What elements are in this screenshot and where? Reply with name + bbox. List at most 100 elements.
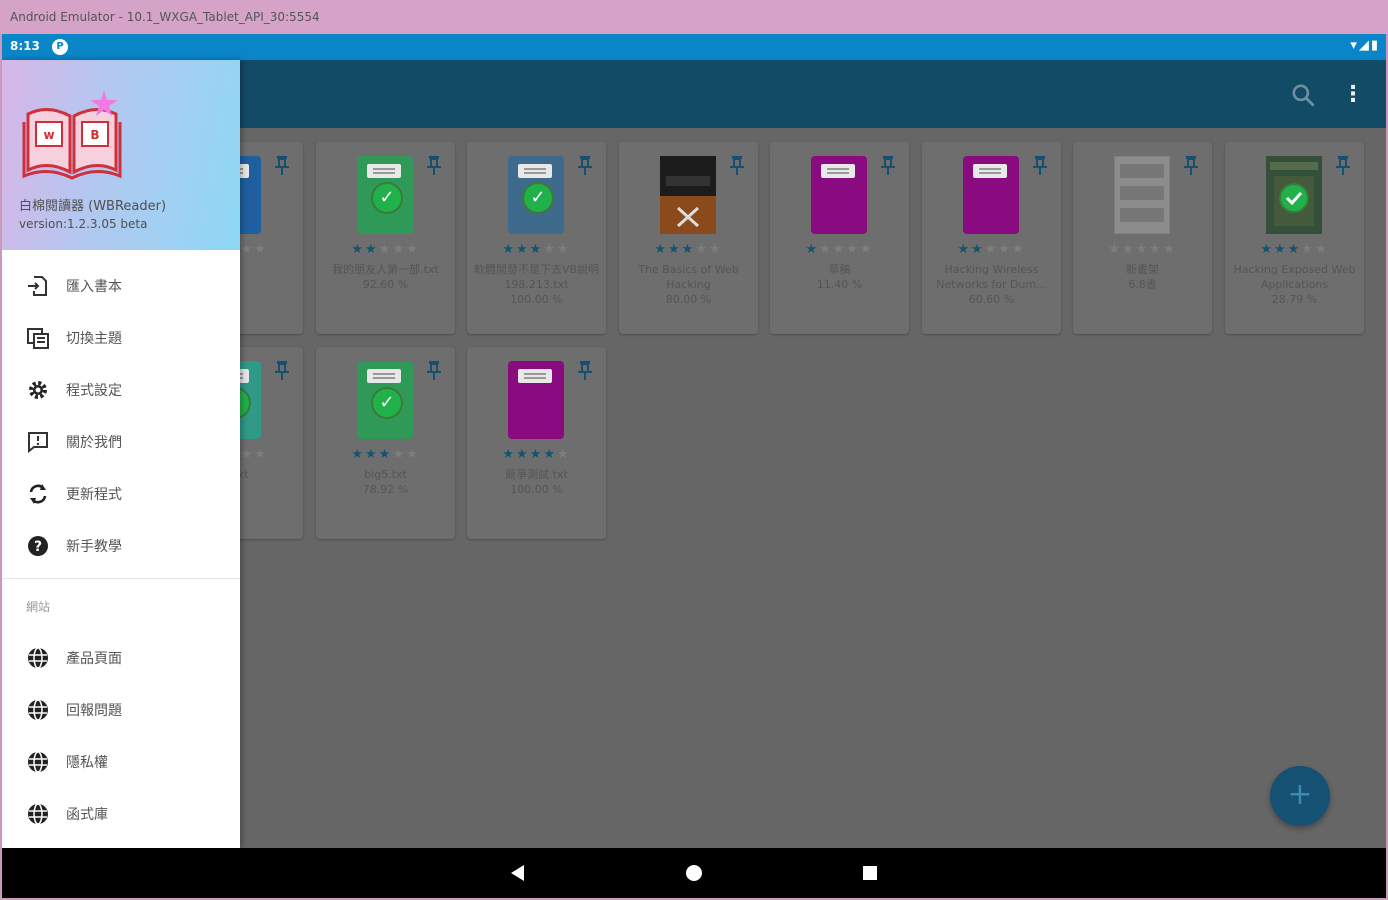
book-card[interactable]: ★★★★★ 新書架 6.8書 — [1073, 142, 1212, 334]
drawer-item-about-us[interactable]: 關於我們 — [2, 416, 240, 468]
rating-stars: ★★★★★ — [467, 242, 606, 257]
drawer-item-update-app[interactable]: 更新程式 — [2, 468, 240, 520]
drawer-item-import-book[interactable]: 匯入書本 — [2, 260, 240, 312]
book-title-block: Hacking Exposed Web Applications 28.79 % — [1231, 262, 1358, 307]
book-title: 軟體開發不是下去VB說明 198.213.txt — [473, 263, 600, 291]
home-button[interactable] — [684, 863, 704, 887]
app-logo-icon: w B — [22, 90, 122, 180]
book-title-block: 新書架 6.8書 — [1079, 262, 1206, 292]
star-empty-icon: ★ — [695, 242, 709, 257]
star-empty-icon: ★ — [405, 242, 420, 257]
book-progress: 80.00 % — [665, 293, 712, 306]
book-cover: ✓ — [357, 156, 413, 234]
star-empty-icon: ★ — [998, 242, 1012, 257]
pin-icon[interactable] — [576, 359, 594, 381]
book-title: big5.txt — [364, 468, 407, 481]
drawer-divider — [2, 578, 240, 579]
add-book-button[interactable]: + — [1270, 766, 1330, 826]
book-title-block: 草稿 11.40 % — [776, 262, 903, 292]
drawer-header: w B 白棉閱讀器 (WBReader) version:1.2.3.05 be… — [2, 60, 240, 250]
star-filled-icon: ★ — [681, 242, 696, 257]
book-cover — [963, 156, 1019, 234]
status-bar: 8:13 P ▾◢▮ — [2, 34, 1386, 60]
star-empty-icon: ★ — [1135, 242, 1150, 257]
pin-icon[interactable] — [1182, 154, 1200, 176]
book-cover-image — [660, 156, 716, 234]
star-filled-icon: ★ — [543, 447, 557, 462]
pin-icon[interactable] — [273, 359, 291, 381]
book-card[interactable]: ★★★★★ 草稿 11.40 % — [770, 142, 909, 334]
drawer-item-product-page[interactable]: 產品頁面 — [2, 632, 240, 684]
book-progress: 28.79 % — [1271, 293, 1318, 306]
pin-icon[interactable] — [879, 154, 897, 176]
drawer-item-privacy[interactable]: 隱私權 — [2, 736, 240, 788]
star-filled-icon: ★ — [805, 242, 820, 257]
star-empty-icon: ★ — [1108, 242, 1123, 257]
book-card[interactable]: ★★★★★ The Basics of Web Hacking 80.00 % — [619, 142, 758, 334]
drawer-item-settings[interactable]: 程式設定 — [2, 364, 240, 416]
book-title: The Basics of Web Hacking — [638, 263, 739, 291]
pin-icon[interactable] — [728, 154, 746, 176]
pin-icon[interactable] — [425, 154, 443, 176]
drawer-item-label: 關於我們 — [66, 435, 122, 451]
search-icon[interactable] — [1290, 82, 1316, 114]
book-title: 草稿 — [828, 263, 851, 276]
book-card[interactable]: ★★★★★ Hacking Wireless Networks for Dum..… — [922, 142, 1061, 334]
globe-icon — [26, 802, 50, 826]
star-filled-icon: ★ — [502, 447, 517, 462]
book-cover-image — [1113, 155, 1171, 235]
book-progress: 11.40 % — [816, 278, 863, 291]
star-empty-icon: ★ — [1149, 242, 1163, 257]
import-icon — [26, 274, 50, 298]
book-card[interactable]: ★★★★★ Hacking Exposed Web Applications 28.… — [1225, 142, 1364, 334]
star-empty-icon: ★ — [984, 242, 999, 257]
globe-icon — [26, 750, 50, 774]
rating-stars: ★★★★★ — [922, 242, 1061, 257]
pin-icon[interactable] — [576, 154, 594, 176]
pin-icon[interactable] — [1334, 154, 1352, 176]
device-screen: 8:13 P ▾◢▮ ⋮ ★★★★★✓★★★★★我的朋友人第一部.txt92.6… — [2, 34, 1386, 898]
completed-check-icon: ✓ — [522, 182, 554, 214]
more-vert-icon[interactable]: ⋮ — [1342, 82, 1364, 107]
book-progress: 100.00 % — [510, 293, 563, 306]
drawer-item-label: 函式庫 — [66, 807, 108, 823]
recents-button[interactable] — [860, 863, 880, 887]
star-empty-icon: ★ — [846, 242, 860, 257]
star-filled-icon: ★ — [957, 242, 972, 257]
window-title: Android Emulator - 10.1_WXGA_Tablet_API_… — [0, 0, 1388, 34]
book-title: 競爭測試.txt — [505, 468, 568, 481]
drawer-item-label: 新手教學 — [66, 539, 122, 555]
book-card[interactable]: ✓ ★★★★★ big5.txt 78.92 % — [316, 347, 455, 539]
star-empty-icon: ★ — [556, 447, 571, 462]
book-title: 我的朋友人第一部.txt — [332, 263, 439, 276]
drawer-item-report-issue[interactable]: 回報問題 — [2, 684, 240, 736]
book-title: 新書架 — [1126, 263, 1159, 276]
pin-icon[interactable] — [425, 359, 443, 381]
navigation-drawer: w B 白棉閱讀器 (WBReader) version:1.2.3.05 be… — [2, 60, 240, 848]
pin-icon[interactable] — [1031, 154, 1049, 176]
book-progress: 92.60 % — [362, 278, 409, 291]
book-card[interactable]: ✓ ★★★★★ 我的朋友人第一部.txt 92.60 % — [316, 142, 455, 334]
star-empty-icon: ★ — [1301, 242, 1315, 257]
drawer-item-tutorial[interactable]: ? 新手教學 — [2, 520, 240, 572]
book-cover-image — [1266, 156, 1322, 234]
back-button[interactable] — [508, 863, 528, 887]
star-filled-icon: ★ — [516, 447, 530, 462]
star-filled-icon: ★ — [351, 447, 366, 462]
star-empty-icon: ★ — [543, 242, 557, 257]
gear-icon — [26, 378, 50, 402]
book-progress: 60.60 % — [968, 293, 1015, 306]
theme-icon — [26, 326, 50, 350]
star-empty-icon: ★ — [708, 242, 723, 257]
drawer-item-libraries[interactable]: 函式庫 — [2, 788, 240, 840]
book-cover: ✓ — [357, 361, 413, 439]
drawer-item-switch-theme[interactable]: 切換主題 — [2, 312, 240, 364]
book-title: Hacking Exposed Web Applications — [1233, 263, 1356, 291]
star-empty-icon: ★ — [392, 242, 406, 257]
book-title-block: big5.txt 78.92 % — [322, 467, 449, 497]
star-empty-icon: ★ — [240, 242, 254, 257]
pin-icon[interactable] — [273, 154, 291, 176]
book-card[interactable]: ★★★★★ 競爭測試.txt 100.00 % — [467, 347, 606, 539]
book-card[interactable]: ✓ ★★★★★ 軟體開發不是下去VB說明 198.213.txt 100.00 % — [467, 142, 606, 334]
svg-text:w: w — [43, 128, 54, 142]
